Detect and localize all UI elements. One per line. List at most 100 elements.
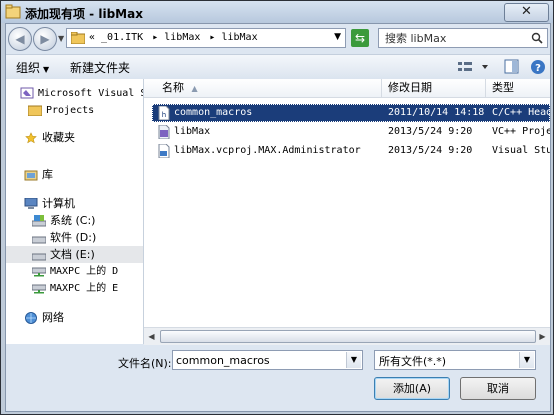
column-header-modified[interactable]: 修改日期 bbox=[382, 79, 486, 97]
preview-pane-icon[interactable] bbox=[504, 59, 519, 74]
close-icon: ✕ bbox=[521, 4, 532, 19]
nav-item-label: MAXPC 上的 E bbox=[50, 283, 119, 294]
organize-button[interactable]: 组织 ▼ bbox=[16, 59, 49, 76]
close-button[interactable]: ✕ bbox=[504, 3, 549, 22]
library-icon bbox=[24, 170, 38, 181]
add-button-label: 添加(A) bbox=[392, 382, 432, 395]
navigation-pane[interactable]: Microsoft Visual Stu Projects 收藏夹 库 计算机 … bbox=[6, 79, 144, 344]
folder-icon bbox=[71, 32, 85, 44]
scroll-right-icon[interactable]: ▶ bbox=[536, 330, 549, 343]
new-folder-label: 新建文件夹 bbox=[70, 61, 131, 75]
nav-item-drive-e[interactable]: 文档 (E:) bbox=[6, 246, 143, 263]
nav-item-maxpc-d[interactable]: MAXPC 上的 D bbox=[32, 263, 143, 280]
user-file-icon bbox=[158, 144, 170, 158]
new-folder-button[interactable]: 新建文件夹 bbox=[70, 59, 130, 76]
svg-text:h: h bbox=[162, 111, 166, 119]
nav-item-label: MAXPC 上的 D bbox=[50, 266, 119, 277]
filename-label: 文件名(N): bbox=[118, 357, 172, 370]
file-modified: 2011/10/14 14:18 bbox=[388, 107, 485, 118]
dialog-app-icon bbox=[5, 4, 21, 19]
visual-studio-icon bbox=[20, 87, 34, 99]
address-bar[interactable]: « _01.ITK ▸ libMax ▸ libMax ▼ bbox=[66, 28, 346, 48]
back-button[interactable]: ◀ bbox=[8, 27, 32, 51]
breadcrumb-item[interactable]: ▸ libMax bbox=[209, 32, 257, 43]
file-row[interactable]: libMax 2013/5/24 9:20 VC++ Project bbox=[152, 123, 550, 141]
filename-combobox[interactable]: ▼ bbox=[172, 350, 363, 370]
file-name: libMax bbox=[174, 126, 211, 137]
nav-item-computer[interactable]: 计算机 bbox=[24, 195, 143, 212]
breadcrumb-item[interactable]: ▸ libMax bbox=[152, 32, 200, 43]
nav-item-label: Projects bbox=[46, 105, 95, 116]
refresh-icon: ⇆ bbox=[354, 31, 366, 45]
history-dropdown-icon[interactable]: ▼ bbox=[58, 34, 64, 43]
cancel-button[interactable]: 取消 bbox=[460, 377, 536, 400]
organize-label: 组织 bbox=[16, 61, 41, 75]
file-row[interactable]: libMax.vcproj.MAX.Administrator 2013/5/2… bbox=[152, 142, 550, 160]
breadcrumb-item[interactable]: « _01.ITK bbox=[89, 32, 143, 43]
nav-item-drive-d[interactable]: 软件 (D:) bbox=[32, 229, 143, 246]
nav-item-label: 库 bbox=[42, 168, 53, 181]
browser-area: Microsoft Visual Stu Projects 收藏夹 库 计算机 … bbox=[6, 79, 550, 345]
chevron-down-icon: ▼ bbox=[43, 65, 50, 74]
filename-input[interactable] bbox=[176, 352, 344, 368]
network-drive-icon bbox=[32, 284, 46, 294]
drive-icon bbox=[32, 253, 46, 261]
filetype-select[interactable]: 所有文件(*.*) ▼ bbox=[374, 350, 536, 370]
file-name: libMax.vcproj.MAX.Administrator bbox=[174, 145, 361, 156]
command-toolbar: 组织 ▼ 新建文件夹 ? bbox=[6, 54, 550, 80]
nav-item-label: 软件 (D:) bbox=[50, 231, 97, 244]
dialog-window: 添加现有项 - libMax ✕ ◀ ▶ ▼ « _01.ITK ▸ libMa… bbox=[0, 0, 554, 415]
file-modified: 2013/5/24 9:20 bbox=[388, 145, 473, 156]
title-bar[interactable]: 添加现有项 - libMax ✕ bbox=[1, 1, 553, 23]
nav-item-label: 收藏夹 bbox=[42, 131, 75, 144]
nav-item-visual-studio[interactable]: Microsoft Visual Stu bbox=[20, 85, 143, 102]
nav-item-network[interactable]: 网络 bbox=[24, 309, 143, 326]
filetype-dropdown-icon[interactable]: ▼ bbox=[519, 352, 534, 368]
scrollbar-thumb[interactable] bbox=[160, 330, 536, 343]
dialog-footer: 文件名(N): ▼ 所有文件(*.*) ▼ 添加(A) 取消 bbox=[6, 345, 550, 411]
nav-item-drive-c[interactable]: 系统 (C:) bbox=[32, 212, 143, 229]
help-icon[interactable]: ? bbox=[531, 60, 545, 74]
header-file-icon: h bbox=[158, 106, 170, 120]
view-menu-icon[interactable] bbox=[458, 62, 488, 71]
add-button[interactable]: 添加(A) bbox=[374, 377, 450, 400]
search-box[interactable] bbox=[378, 28, 548, 48]
refresh-button[interactable]: ⇆ bbox=[351, 29, 369, 47]
nav-item-label: 网络 bbox=[42, 311, 64, 324]
filename-dropdown-icon[interactable]: ▼ bbox=[346, 352, 361, 368]
nav-item-label: 计算机 bbox=[42, 197, 75, 210]
search-icon[interactable] bbox=[531, 32, 543, 44]
horizontal-scrollbar[interactable]: ◀ ▶ bbox=[144, 327, 550, 345]
nav-item-maxpc-e[interactable]: MAXPC 上的 E bbox=[32, 280, 143, 297]
file-name: common_macros bbox=[174, 107, 253, 118]
nav-item-libraries[interactable]: 库 bbox=[24, 166, 143, 183]
column-header-name[interactable]: 名称 ▲ bbox=[144, 79, 382, 97]
forward-arrow-icon: ▶ bbox=[40, 32, 50, 46]
cancel-button-label: 取消 bbox=[487, 382, 509, 395]
computer-icon bbox=[24, 198, 38, 209]
address-row: ◀ ▶ ▼ « _01.ITK ▸ libMax ▸ libMax ▼ ⇆ bbox=[6, 26, 550, 52]
nav-item-favorites[interactable]: 收藏夹 bbox=[24, 129, 143, 146]
nav-item-label: Microsoft Visual Stu bbox=[38, 88, 143, 99]
column-header-type[interactable]: 类型 bbox=[486, 79, 550, 97]
view-options: ? bbox=[458, 59, 545, 74]
column-modified-label: 修改日期 bbox=[388, 81, 432, 94]
file-list[interactable]: 名称 ▲ 修改日期 类型 h common_macros 2011/10/14 … bbox=[144, 79, 550, 345]
network-icon bbox=[25, 312, 37, 324]
file-type: VC++ Project bbox=[492, 126, 550, 137]
nav-item-projects[interactable]: Projects bbox=[28, 102, 143, 119]
sort-ascending-icon: ▲ bbox=[191, 84, 198, 93]
search-input[interactable] bbox=[385, 30, 525, 46]
file-modified: 2013/5/24 9:20 bbox=[388, 126, 473, 137]
window-title: 添加现有项 - libMax bbox=[25, 7, 143, 21]
dialog-body: ◀ ▶ ▼ « _01.ITK ▸ libMax ▸ libMax ▼ ⇆ 搜索… bbox=[5, 23, 551, 412]
forward-button[interactable]: ▶ bbox=[33, 27, 57, 51]
file-row[interactable]: h common_macros 2011/10/14 14:18 C/C++ H… bbox=[152, 104, 550, 122]
address-dropdown-icon[interactable]: ▼ bbox=[334, 32, 341, 42]
folder-icon bbox=[28, 105, 42, 116]
breadcrumb: « _01.ITK ▸ libMax ▸ libMax bbox=[89, 32, 261, 43]
back-arrow-icon: ◀ bbox=[15, 32, 25, 46]
scroll-left-icon[interactable]: ◀ bbox=[145, 330, 158, 343]
column-name-label: 名称 bbox=[162, 81, 184, 94]
network-drive-icon bbox=[32, 267, 46, 277]
